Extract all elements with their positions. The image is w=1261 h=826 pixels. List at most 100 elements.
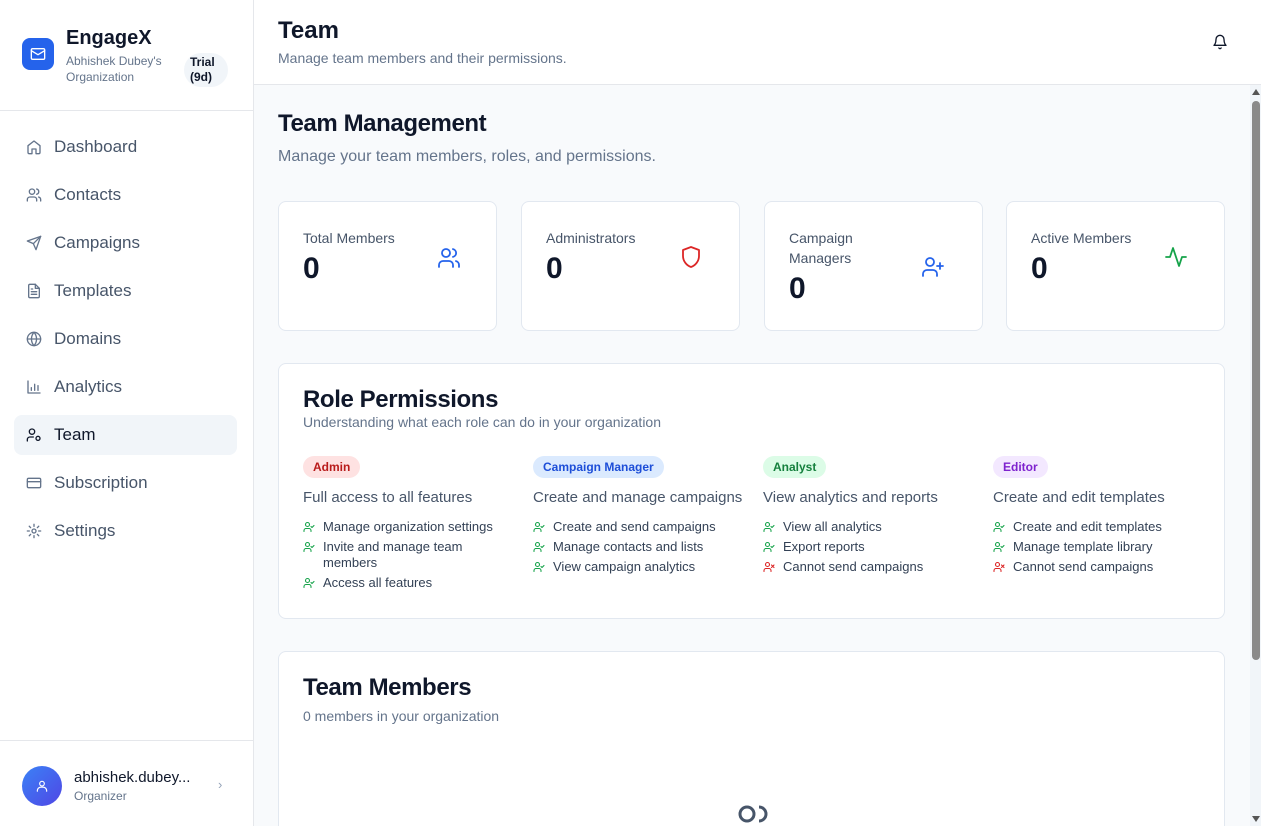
role-campaign-manager: Campaign Manager Create and manage campa… <box>533 456 748 579</box>
page-header: Team Manage team members and their permi… <box>254 0 1261 85</box>
stat-value: 0 <box>303 252 320 285</box>
permission-text: Manage contacts and lists <box>553 539 704 554</box>
permission-item: Manage contacts and lists <box>533 539 748 555</box>
role-badge: Editor <box>993 456 1048 478</box>
mail-icon <box>22 38 54 70</box>
section-subtitle: Manage your team members, roles, and per… <box>278 148 656 165</box>
role-description: Create and edit templates <box>993 489 1165 506</box>
sidebar-item-contacts[interactable]: Contacts <box>14 175 237 215</box>
stat-card-total-members: Total Members 0 <box>278 201 497 331</box>
sidebar: EngageX Abhishek Dubey's Organization Tr… <box>0 0 254 826</box>
role-analyst: Analyst View analytics and reports View … <box>763 456 978 579</box>
file-text-icon <box>26 283 42 299</box>
app-name: EngageX <box>66 27 152 49</box>
sidebar-item-label: Templates <box>54 281 132 300</box>
sidebar-item-settings[interactable]: Settings <box>14 511 237 551</box>
sidebar-item-label: Domains <box>54 329 122 348</box>
globe-icon <box>26 331 42 347</box>
permission-text: View all analytics <box>783 519 882 534</box>
card-title: Role Permissions <box>303 386 499 413</box>
user-check-icon <box>303 541 315 553</box>
role-admin: Admin Full access to all features Manage… <box>303 456 518 595</box>
permission-text: Manage template library <box>1013 539 1153 554</box>
sidebar-item-domains[interactable]: Domains <box>14 319 237 359</box>
card-subtitle: 0 members in your organization <box>303 708 500 724</box>
permission-text: Cannot send campaigns <box>783 559 924 574</box>
sidebar-item-analytics[interactable]: Analytics <box>14 367 237 407</box>
scroll-down-arrow-icon[interactable] <box>1252 816 1260 822</box>
main-scrollbar[interactable] <box>1250 85 1261 826</box>
user-icon <box>36 780 48 792</box>
sidebar-item-label: Contacts <box>54 185 122 204</box>
permission-list: View all analytics Export reports Cannot… <box>763 519 978 575</box>
permission-item: Export reports <box>763 539 978 555</box>
sidebar-item-templates[interactable]: Templates <box>14 271 237 311</box>
users-icon <box>26 187 42 203</box>
permission-item: Create and edit templates <box>993 519 1208 535</box>
sidebar-item-dashboard[interactable]: Dashboard <box>14 127 237 167</box>
team-members-card: Team Members 0 members in your organizat… <box>278 651 1225 826</box>
chevron-right-icon: › <box>218 777 223 792</box>
permission-item: Cannot send campaigns <box>763 559 978 575</box>
role-badge: Analyst <box>763 456 827 478</box>
page-title: Team <box>278 17 339 44</box>
scrollbar-thumb[interactable] <box>1252 101 1260 660</box>
sidebar-nav: Dashboard Contacts Campaigns Templates D… <box>14 127 237 559</box>
user-menu[interactable]: abhishek.dubey... Organizer › <box>0 740 253 826</box>
page-subtitle: Manage team members and their permission… <box>278 50 567 66</box>
role-badge: Admin <box>303 456 361 478</box>
permission-text: Access all features <box>323 575 433 590</box>
permission-list: Manage organization settings Invite and … <box>303 519 518 591</box>
user-x-icon <box>993 561 1005 573</box>
permission-list: Create and edit templates Manage templat… <box>993 519 1208 575</box>
sidebar-item-subscription[interactable]: Subscription <box>14 463 237 503</box>
user-check-icon <box>993 541 1005 553</box>
section-title: Team Management <box>278 110 487 137</box>
user-cog-icon <box>26 427 42 443</box>
brand-header: EngageX Abhishek Dubey's Organization Tr… <box>0 0 253 111</box>
permission-text: Cannot send campaigns <box>1013 559 1154 574</box>
permission-text: Create and send campaigns <box>553 519 716 534</box>
role-badge: Campaign Manager <box>533 456 664 478</box>
sidebar-item-team[interactable]: Team <box>14 415 237 455</box>
role-description: Create and manage campaigns <box>533 489 743 506</box>
permission-item: Access all features <box>303 575 518 591</box>
permission-item: Manage template library <box>993 539 1208 555</box>
permission-item: Manage organization settings <box>303 519 518 535</box>
bell-icon[interactable] <box>1212 34 1228 50</box>
role-permissions-card: Role Permissions Understanding what each… <box>278 363 1225 619</box>
sidebar-item-label: Team <box>54 425 96 444</box>
avatar <box>22 766 62 806</box>
sidebar-item-campaigns[interactable]: Campaigns <box>14 223 237 263</box>
user-check-icon <box>533 541 545 553</box>
permission-text: Manage organization settings <box>323 519 493 534</box>
role-editor: Editor Create and edit templates Create … <box>993 456 1208 579</box>
stat-card-active-members: Active Members 0 <box>1006 201 1225 331</box>
home-icon <box>26 139 42 155</box>
stat-value: 0 <box>1031 252 1048 285</box>
org-name: Abhishek Dubey's Organization <box>66 54 162 84</box>
users-icon <box>437 246 461 270</box>
scroll-up-arrow-icon[interactable] <box>1252 89 1260 95</box>
trial-badge: Trial (9d) <box>184 53 228 87</box>
credit-card-icon <box>26 475 42 491</box>
permission-item: View all analytics <box>763 519 978 535</box>
stat-label: Campaign Managers <box>789 230 853 266</box>
user-check-icon <box>763 521 775 533</box>
user-name: abhishek.dubey... <box>74 769 191 786</box>
role-description: Full access to all features <box>303 489 473 506</box>
permission-item: Cannot send campaigns <box>993 559 1208 575</box>
sidebar-item-label: Campaigns <box>54 233 140 252</box>
stat-label: Administrators <box>546 230 636 246</box>
stat-card-campaign-managers: Campaign Managers 0 <box>764 201 983 331</box>
permission-text: Invite and manage team members <box>323 539 463 570</box>
user-check-icon <box>533 561 545 573</box>
sidebar-item-label: Subscription <box>54 473 148 492</box>
permission-text: Create and edit templates <box>1013 519 1162 534</box>
permission-text: Export reports <box>783 539 865 554</box>
loading-spinner-icon <box>737 804 771 824</box>
send-icon <box>26 235 42 251</box>
activity-icon <box>1164 245 1188 269</box>
bar-chart-icon <box>26 379 42 395</box>
permission-list: Create and send campaigns Manage contact… <box>533 519 748 575</box>
